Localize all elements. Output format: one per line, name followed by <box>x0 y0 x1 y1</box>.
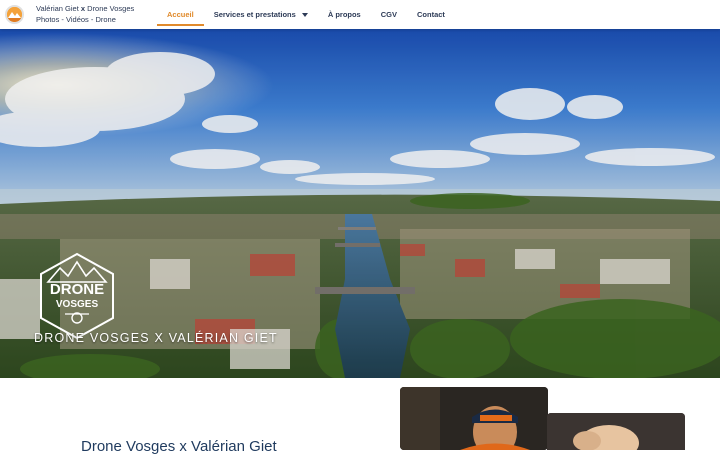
secondary-photo <box>547 413 685 450</box>
section-heading: Drone Vosges x Valérian Giet <box>81 438 277 455</box>
hero-logo-text-bottom: VOSGES <box>56 299 99 310</box>
nav-item-cgv[interactable]: CGV <box>371 0 407 29</box>
site-logo-icon[interactable] <box>5 5 24 24</box>
hero-logo-text-top: DRONE <box>50 281 104 298</box>
portrait-photo <box>400 387 548 450</box>
site-brand[interactable]: Valérian Giet x Drone Vosges Photos - Vi… <box>36 4 134 25</box>
brand-tagline: Photos - Vidéos - Drone <box>36 14 116 24</box>
hero-banner: DRONE VOSGES DRONE VOSGES X VALÉRIAN GIE… <box>0 29 720 378</box>
nav-item-a-propos[interactable]: À propos <box>318 0 371 29</box>
caret-down-icon <box>301 12 308 17</box>
drone-vosges-logo-icon: DRONE VOSGES <box>38 252 116 340</box>
nav-item-contact[interactable]: Contact <box>407 0 455 29</box>
brand-title: Valérian Giet x Drone Vosges <box>36 4 135 13</box>
site-header: Valérian Giet x Drone Vosges Photos - Vi… <box>0 0 720 29</box>
nav-item-accueil[interactable]: Accueil <box>157 0 204 29</box>
main-nav: Accueil Services et prestations À propos… <box>157 0 455 29</box>
nav-item-services[interactable]: Services et prestations <box>204 0 318 29</box>
hero-title: DRONE VOSGES X VALÉRIAN GIET <box>34 331 278 345</box>
